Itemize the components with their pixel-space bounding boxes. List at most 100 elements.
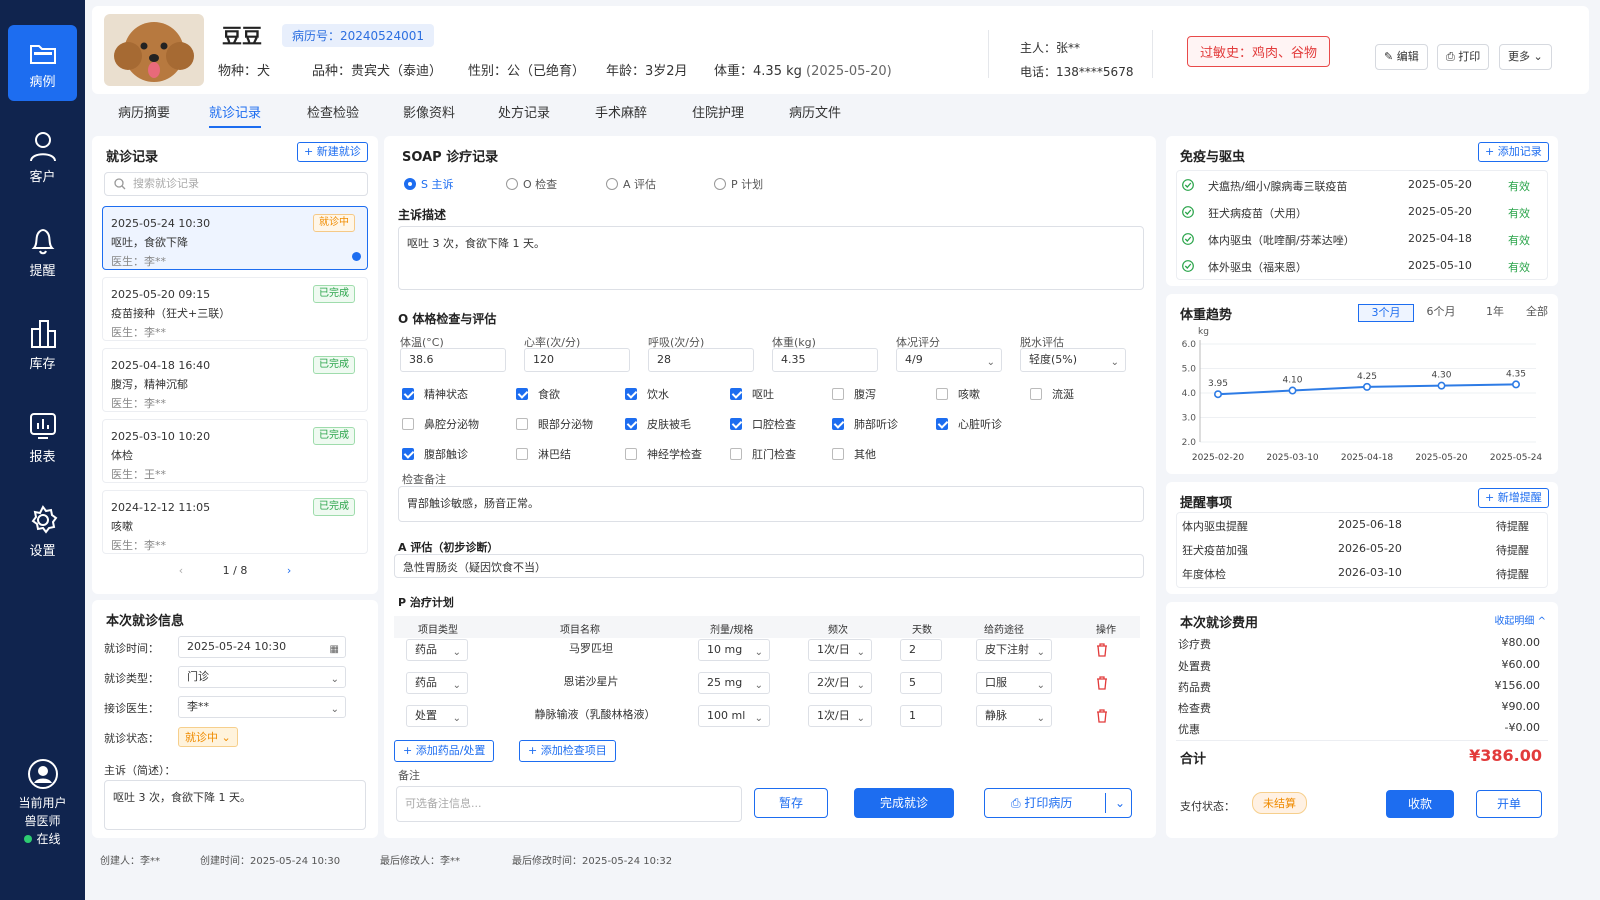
visit-item[interactable]: 2025-04-18 16:40 腹泻，精神沉郁 医生：李** 已完成 bbox=[102, 348, 368, 412]
plan-days-input[interactable]: 1 bbox=[900, 705, 942, 727]
plan-type-select[interactable]: 药品 ⌄ bbox=[406, 672, 468, 694]
check-nasal[interactable]: 鼻腔分泌物 bbox=[402, 416, 479, 432]
assessment-field[interactable]: 急性胃肠炎（疑因饮食不当） bbox=[394, 554, 1144, 578]
check-abdomen[interactable]: 腹部触诊 bbox=[402, 446, 468, 462]
note-input[interactable]: 可选备注信息... bbox=[396, 786, 742, 822]
plan-name[interactable]: 恩诺沙星片 bbox=[534, 672, 640, 694]
tab-documents[interactable]: 病历文件 bbox=[789, 102, 841, 121]
tab-summary[interactable]: 病历摘要 bbox=[118, 102, 170, 121]
edit-button[interactable]: ✎ 编辑 bbox=[1375, 44, 1428, 70]
temperature-input[interactable]: 38.6 bbox=[400, 348, 506, 372]
check-drool[interactable]: 流涎 bbox=[1030, 386, 1074, 402]
range-all[interactable]: 全部 bbox=[1522, 304, 1552, 322]
tab-surgery[interactable]: 手术麻醉 bbox=[595, 102, 647, 121]
plan-freq-select[interactable]: 1次/日 ⌄ bbox=[808, 639, 872, 661]
invoice-button[interactable]: 开单 bbox=[1476, 790, 1542, 818]
chevron-down-icon[interactable]: ⌄ bbox=[1115, 789, 1125, 817]
print-record-button[interactable]: ⎙ 打印病历 ⌄ bbox=[984, 788, 1132, 818]
check-lung[interactable]: 肺部听诊 bbox=[832, 416, 898, 432]
check-other[interactable]: 其他 bbox=[832, 446, 876, 462]
nav-item-customers[interactable]: 客户 bbox=[8, 116, 77, 192]
add-exam-button[interactable]: + 添加检查项目 bbox=[519, 740, 616, 762]
heart-rate-input[interactable]: 120 bbox=[524, 348, 630, 372]
check-eye[interactable]: 眼部分泌物 bbox=[516, 416, 593, 432]
weight-input[interactable]: 4.35 bbox=[772, 348, 878, 372]
visit-item[interactable]: 2025-03-10 10:20 体检 医生：王** 已完成 bbox=[102, 419, 368, 483]
check-appetite[interactable]: 食欲 bbox=[516, 386, 560, 402]
exam-note-textarea[interactable]: 胃部触诊敏感，肠音正常。 bbox=[398, 486, 1144, 522]
nav-item-reminders[interactable]: 提醒 bbox=[8, 210, 77, 286]
check-mental[interactable]: 精神状态 bbox=[402, 386, 468, 402]
plan-freq-select[interactable]: 2次/日 ⌄ bbox=[808, 672, 872, 694]
plan-type-select[interactable]: 药品 ⌄ bbox=[406, 639, 468, 661]
plan-type-select[interactable]: 处置 ⌄ bbox=[406, 705, 468, 727]
check-diarrhea[interactable]: 腹泻 bbox=[832, 386, 876, 402]
check-skin[interactable]: 皮肤被毛 bbox=[625, 416, 691, 432]
plan-days-input[interactable]: 5 bbox=[900, 672, 942, 694]
new-visit-button[interactable]: + 新建就诊 bbox=[297, 142, 368, 162]
radio-s[interactable]: S 主诉 bbox=[404, 176, 453, 192]
range-6m[interactable]: 6个月 bbox=[1414, 304, 1468, 322]
check-anal[interactable]: 肛门检查 bbox=[730, 446, 796, 462]
nav-item-inventory[interactable]: 库存 bbox=[8, 303, 77, 379]
plan-name[interactable]: 静脉输液（乳酸林格液） bbox=[510, 705, 680, 727]
visit-item[interactable]: 2024-12-12 11:05 咳嗽 医生：李** 已完成 bbox=[102, 490, 368, 554]
complete-visit-button[interactable]: 完成就诊 bbox=[854, 788, 954, 818]
plan-route-select[interactable]: 皮下注射 ⌄ bbox=[976, 639, 1052, 661]
visit-status-select[interactable]: 就诊中 ⌄ bbox=[178, 727, 238, 747]
range-3m[interactable]: 3个月 bbox=[1358, 304, 1414, 322]
tab-inpatient[interactable]: 住院护理 bbox=[692, 102, 744, 121]
plan-name[interactable]: 马罗匹坦 bbox=[534, 639, 640, 661]
plan-dose-select[interactable]: 25 mg ⌄ bbox=[698, 672, 770, 694]
add-reminder-button[interactable]: + 新增提醒 bbox=[1478, 488, 1549, 508]
check-oral[interactable]: 口腔检查 bbox=[730, 416, 796, 432]
check-cough[interactable]: 咳嗽 bbox=[936, 386, 980, 402]
plan-freq-select[interactable]: 1次/日 ⌄ bbox=[808, 705, 872, 727]
add-drug-button[interactable]: + 添加药品/处置 bbox=[394, 740, 495, 762]
body-condition-select[interactable]: 4/9 ⌄ bbox=[896, 348, 1002, 372]
visit-item[interactable]: 2025-05-24 10:30 呕吐，食欲下降 医生：李** 就诊中 bbox=[102, 206, 368, 270]
plan-route-select[interactable]: 口服 ⌄ bbox=[976, 672, 1052, 694]
tab-visits[interactable]: 就诊记录 bbox=[209, 102, 262, 128]
radio-o[interactable]: O 检查 bbox=[506, 176, 557, 192]
nav-item-settings[interactable]: 设置 bbox=[8, 490, 77, 566]
tab-exams[interactable]: 检查检验 bbox=[307, 102, 359, 121]
visit-doctor-select[interactable]: 李** ⌄ bbox=[178, 696, 346, 718]
print-button[interactable]: ⎙ 打印 bbox=[1437, 44, 1490, 70]
radio-a[interactable]: A 评估 bbox=[606, 176, 656, 192]
trash-icon[interactable] bbox=[1096, 643, 1108, 657]
check-drinking[interactable]: 饮水 bbox=[625, 386, 669, 402]
trash-icon[interactable] bbox=[1096, 709, 1108, 723]
dehydration-select[interactable]: 轻度(5%) ⌄ bbox=[1020, 348, 1126, 372]
tab-imaging[interactable]: 影像资料 bbox=[403, 102, 455, 121]
range-1y[interactable]: 1年 bbox=[1468, 304, 1522, 322]
collapse-details-link[interactable]: 收起明细 ^ bbox=[1494, 612, 1546, 627]
visit-search-input[interactable]: 搜索就诊记录 bbox=[104, 172, 368, 196]
check-heart[interactable]: 心脏听诊 bbox=[936, 416, 1002, 432]
plan-route-select[interactable]: 静脉 ⌄ bbox=[976, 705, 1052, 727]
plan-days-input[interactable]: 2 bbox=[900, 639, 942, 661]
check-neuro[interactable]: 神经学检查 bbox=[625, 446, 702, 462]
plan-dose-select[interactable]: 100 ml ⌄ bbox=[698, 705, 770, 727]
subjective-textarea[interactable]: 呕吐 3 次，食欲下降 1 天。 bbox=[398, 226, 1144, 290]
nav-item-reports[interactable]: 报表 bbox=[8, 396, 77, 472]
plan-dose-select[interactable]: 10 mg ⌄ bbox=[698, 639, 770, 661]
complaint-textarea[interactable]: 呕吐 3 次，食欲下降 1 天。 bbox=[104, 780, 366, 830]
check-vomit[interactable]: 呕吐 bbox=[730, 386, 774, 402]
respiration-input[interactable]: 28 bbox=[648, 348, 754, 372]
more-button[interactable]: 更多 ⌄ bbox=[1499, 44, 1552, 70]
prev-page-icon[interactable]: ‹ bbox=[179, 564, 183, 577]
visit-item[interactable]: 2025-05-20 09:15 疫苗接种（狂犬+三联） 医生：李** 已完成 bbox=[102, 277, 368, 341]
check-lymph[interactable]: 淋巴结 bbox=[516, 446, 571, 462]
collect-payment-button[interactable]: 收款 bbox=[1386, 790, 1454, 818]
add-record-button[interactable]: + 添加记录 bbox=[1478, 142, 1549, 162]
trash-icon[interactable] bbox=[1096, 676, 1108, 690]
radio-p[interactable]: P 计划 bbox=[714, 176, 763, 192]
current-user[interactable]: 当前用户 兽医师 在线 bbox=[0, 758, 85, 848]
tab-prescriptions[interactable]: 处方记录 bbox=[498, 102, 550, 121]
save-draft-button[interactable]: 暂存 bbox=[754, 788, 828, 818]
visit-type-select[interactable]: 门诊 ⌄ bbox=[178, 666, 346, 688]
visit-time-field[interactable]: 2025-05-24 10:30 ▦ bbox=[178, 636, 346, 658]
next-page-icon[interactable]: › bbox=[287, 564, 291, 577]
nav-item-cases[interactable]: 病例 bbox=[8, 25, 77, 101]
